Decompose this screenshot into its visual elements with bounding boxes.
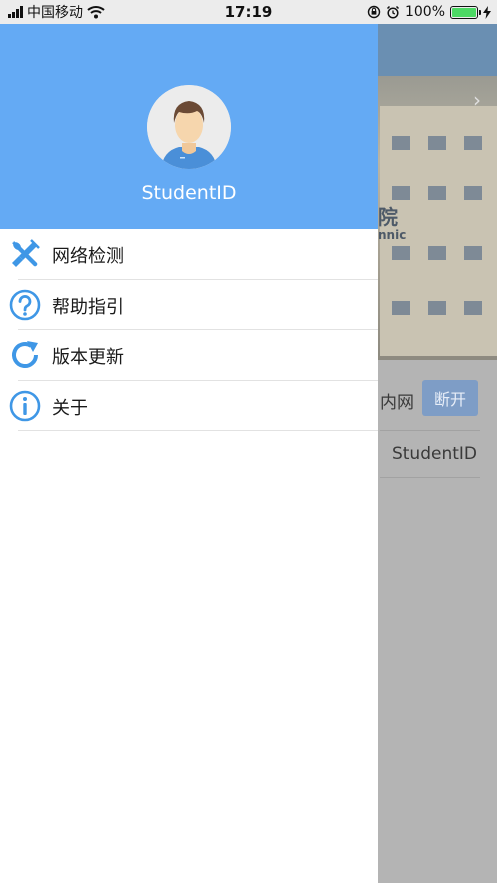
status-bar: 中国移动 17:19 100% xyxy=(0,0,497,24)
menu-item-help[interactable]: 帮助指引 xyxy=(0,280,378,330)
refresh-icon xyxy=(12,341,38,368)
menu-item-network-check[interactable]: 网络检测 xyxy=(0,229,378,280)
wrench-screwdriver-icon xyxy=(12,239,40,267)
avatar[interactable] xyxy=(147,85,231,169)
charging-icon xyxy=(483,5,491,19)
username: StudentID xyxy=(141,182,237,204)
divider xyxy=(18,430,378,431)
network-label: 内网 xyxy=(380,393,414,413)
menu-item-label: 版本更新 xyxy=(52,347,124,368)
alarm-icon xyxy=(386,5,399,19)
menu-item-label: 关于 xyxy=(52,397,88,419)
status-right: 100% xyxy=(367,0,491,24)
navigation-drawer: StudentID 网络检测 帮助指引 版本更新 关于 xyxy=(0,24,378,883)
battery-icon xyxy=(450,5,481,19)
disconnect-button: 断开 xyxy=(422,380,478,416)
user-avatar-icon xyxy=(147,85,231,169)
school-name-en: nnic xyxy=(378,228,407,242)
menu-item-label: 帮助指引 xyxy=(52,296,124,318)
menu-item-label: 网络检测 xyxy=(52,246,124,267)
drawer-menu: 网络检测 帮助指引 版本更新 关于 xyxy=(0,229,378,431)
menu-item-about[interactable]: 关于 xyxy=(0,381,378,431)
menu-item-version-update[interactable]: 版本更新 xyxy=(0,330,378,381)
account-value: StudentID xyxy=(391,444,477,464)
question-circle-icon xyxy=(9,289,41,320)
drawer-header: StudentID xyxy=(0,24,378,229)
info-circle-icon xyxy=(9,390,41,421)
divider xyxy=(380,430,480,431)
battery-percent: 100% xyxy=(404,4,445,20)
rotation-lock-icon xyxy=(367,5,381,19)
divider xyxy=(380,477,480,478)
school-name: 院 xyxy=(378,205,398,229)
chevron-right-icon: › xyxy=(473,88,481,112)
